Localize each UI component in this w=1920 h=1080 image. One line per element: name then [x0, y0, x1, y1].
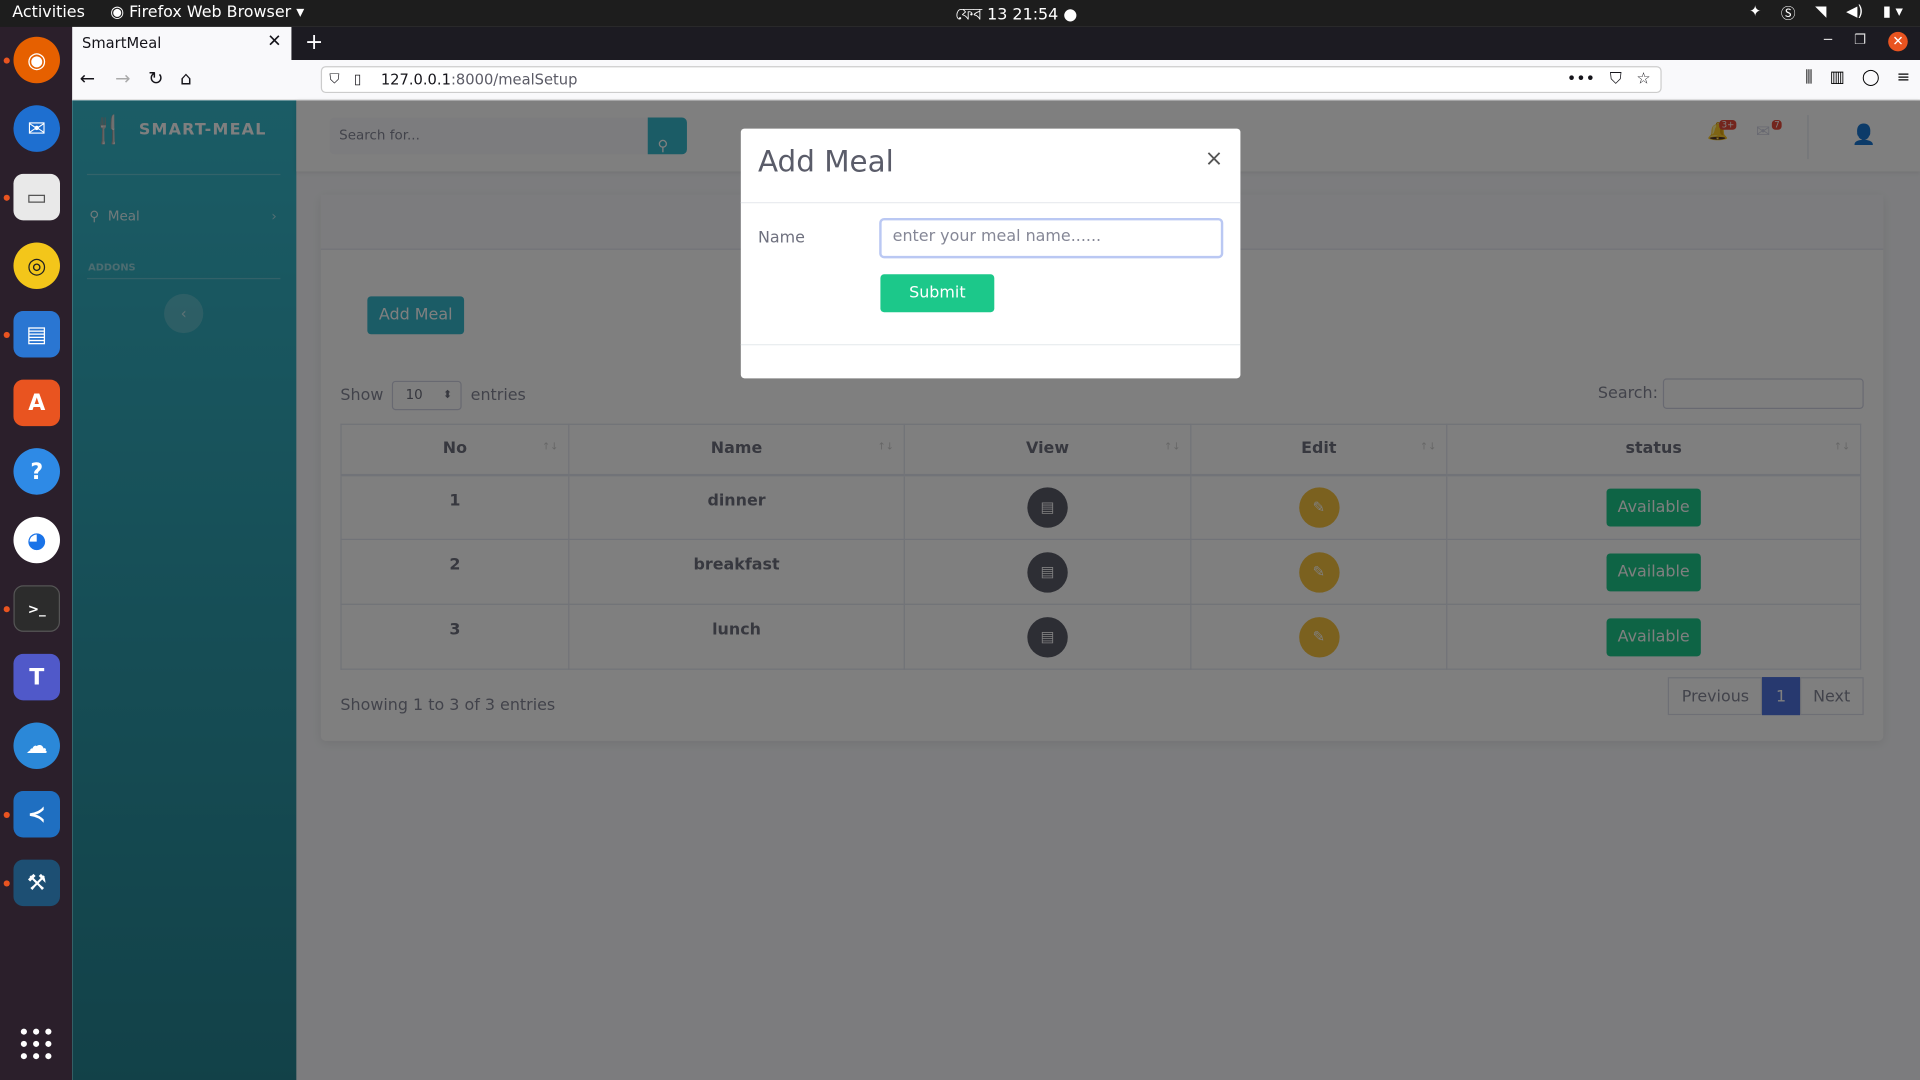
skype-tray-icon[interactable]: Ⓢ	[1781, 2, 1796, 23]
tab-strip: SmartMeal ✕ + ─ ❐ ✕	[72, 26, 1920, 61]
modal-footer-divider	[740, 344, 1241, 346]
app-menu-label: Firefox Web Browser	[129, 3, 292, 23]
menu-icon[interactable]: ≡	[1897, 69, 1910, 87]
clock-label: ফেব 13 21:54	[955, 6, 1059, 25]
library-icon[interactable]: ⫼	[1805, 69, 1812, 87]
activities-button[interactable]: Activities	[12, 4, 85, 22]
terminal-icon[interactable]: >_	[13, 585, 61, 632]
running-indicator	[3, 811, 10, 818]
teams-icon[interactable]: T	[13, 653, 61, 701]
url-host: 127.0.0.1	[380, 71, 451, 89]
rhythmbox-icon[interactable]: ◎	[13, 242, 61, 289]
tab-smartmeal[interactable]: SmartMeal ✕	[72, 26, 292, 61]
url-text: 127.0.0.1:8000/mealSetup	[381, 71, 578, 88]
libreoffice-writer-icon[interactable]: ▤	[13, 311, 61, 358]
navigation-bar: ← → ↻ ⌂ ⛉ ▯ 127.0.0.1:8000/mealSetup •••…	[72, 60, 1920, 101]
back-icon[interactable]: ←	[80, 67, 95, 89]
volume-icon[interactable]: ◀)	[1846, 2, 1863, 23]
close-window-icon[interactable]: ✕	[1888, 31, 1908, 52]
bookmark-star-icon[interactable]: ☆	[1636, 70, 1650, 88]
running-indicator	[3, 57, 10, 64]
running-indicator	[3, 606, 10, 613]
firefox-window: SmartMeal ✕ + ─ ❐ ✕ ← → ↻ ⌂ ⛉ ▯ 127.0.0.…	[72, 26, 1920, 1080]
system-tray[interactable]: ✦ Ⓢ ◥ ◀) ▮ ▾	[1749, 2, 1903, 23]
pocket-icon[interactable]: ⛉	[1610, 70, 1622, 88]
teams-tray-icon[interactable]: ✦	[1749, 2, 1761, 23]
page-info-icon[interactable]: ▯	[354, 71, 361, 87]
name-label: Name	[757, 228, 805, 248]
account-icon[interactable]: ◯	[1862, 69, 1880, 87]
chrome-icon[interactable]: ◕	[13, 516, 61, 564]
web-page: 🍴 SMART-MEAL ⚲ Meal › ADDONS ‹ Search fo…	[72, 100, 1920, 1080]
sidebar-toggle-icon[interactable]: ▥	[1830, 69, 1845, 87]
battery-icon[interactable]: ▮ ▾	[1883, 2, 1903, 23]
home-icon[interactable]: ⌂	[180, 67, 192, 89]
mysql-workbench-icon[interactable]: ⚒	[13, 859, 61, 907]
show-applications-icon[interactable]	[20, 1028, 53, 1061]
meal-name-placeholder: enter your meal name......	[892, 227, 1102, 247]
software-center-icon[interactable]: A	[13, 379, 61, 427]
maximize-icon[interactable]: ❐	[1854, 32, 1866, 52]
running-indicator	[3, 331, 10, 338]
add-meal-modal: Add Meal × Name enter your meal name....…	[740, 128, 1241, 379]
meal-name-input[interactable]: enter your meal name......	[879, 217, 1224, 259]
vscode-icon[interactable]: ≺	[13, 791, 61, 838]
firefox-icon[interactable]: ◉	[13, 36, 61, 84]
url-actions: ••• ⛉ ☆	[1567, 70, 1651, 88]
toolbar-right: ⫼ ▥ ◯ ≡	[1805, 69, 1910, 87]
modal-title: Add Meal	[757, 144, 894, 179]
url-path: :8000/mealSetup	[450, 71, 578, 89]
minimize-icon[interactable]: ─	[1824, 32, 1832, 52]
wifi-icon[interactable]: ◥	[1815, 2, 1826, 23]
dock: ◉ ✉ ▭ ◎ ▤ A ? ◕ >_ T ☁ ≺ ⚒	[0, 26, 73, 1080]
files-icon[interactable]: ▭	[13, 173, 61, 221]
url-bar[interactable]: ⛉ ▯ 127.0.0.1:8000/mealSetup ••• ⛉ ☆	[320, 66, 1662, 94]
page-actions-icon[interactable]: •••	[1567, 70, 1595, 88]
new-tab-icon[interactable]: +	[305, 29, 323, 55]
running-indicator	[3, 880, 10, 887]
system-top-bar: Activities ◉ Firefox Web Browser ▾ ফেব 1…	[0, 0, 1920, 27]
close-tab-icon[interactable]: ✕	[267, 32, 281, 52]
window-controls: ─ ❐ ✕	[1824, 31, 1908, 52]
reload-icon[interactable]: ↻	[148, 67, 163, 89]
forward-icon[interactable]: →	[115, 67, 130, 89]
running-indicator	[3, 194, 10, 201]
tab-title: SmartMeal	[82, 34, 162, 52]
cloud-app-icon[interactable]: ☁	[13, 722, 61, 769]
help-icon[interactable]: ?	[13, 448, 61, 495]
shield-icon[interactable]: ⛉	[329, 71, 339, 88]
app-menu[interactable]: ◉ Firefox Web Browser ▾	[110, 4, 304, 22]
submit-button[interactable]: Submit	[880, 274, 995, 313]
close-icon[interactable]: ×	[1205, 146, 1223, 172]
thunderbird-icon[interactable]: ✉	[13, 105, 61, 152]
clock[interactable]: ফেব 13 21:54 ●	[955, 4, 1077, 30]
